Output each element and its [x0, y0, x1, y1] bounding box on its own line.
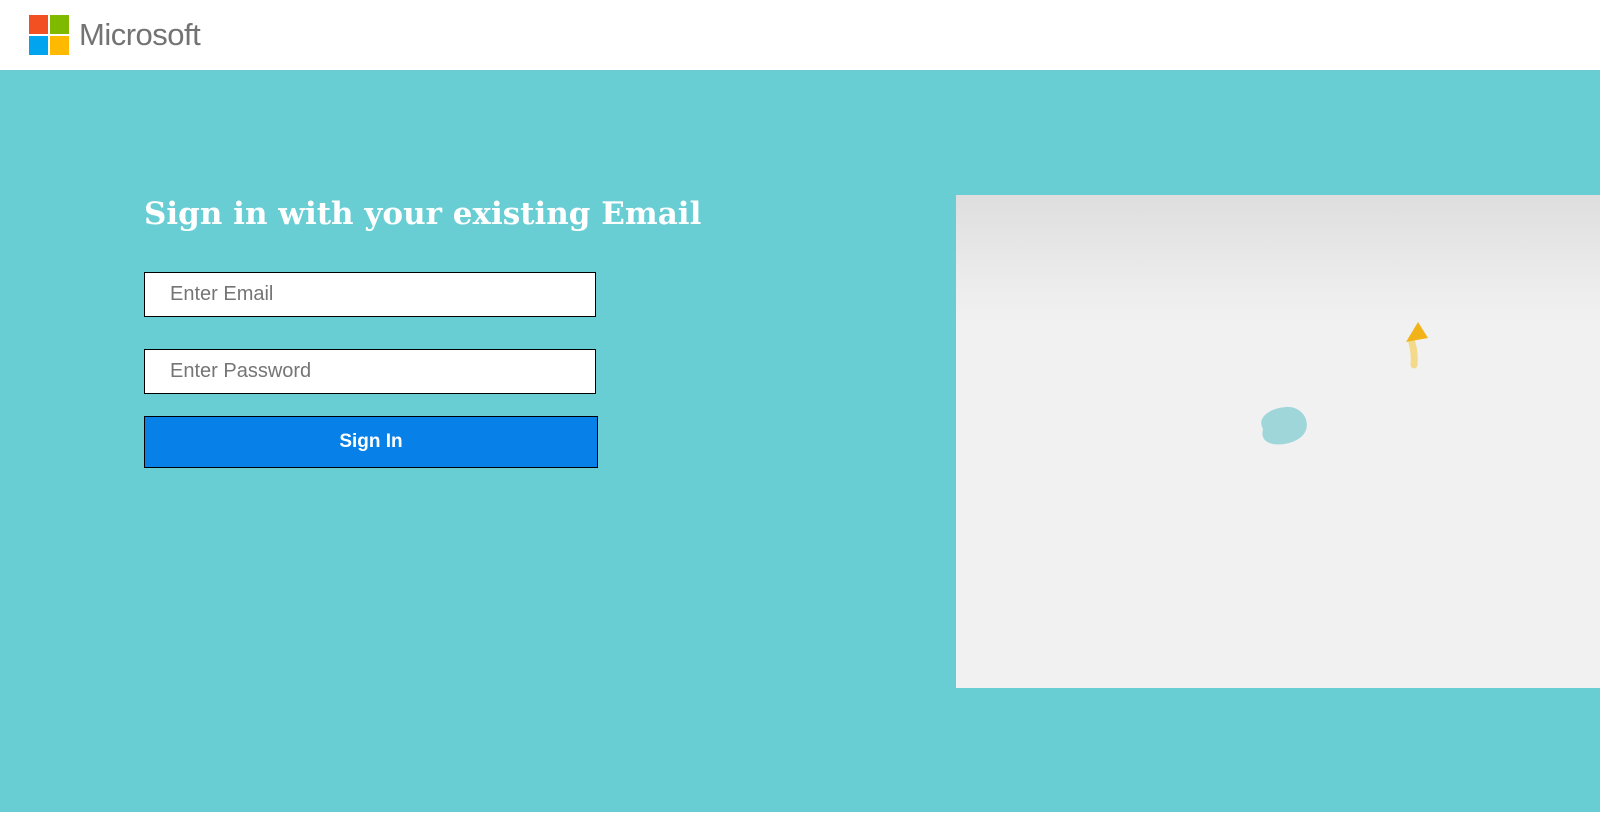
sign-in-button[interactable]: Sign In — [144, 416, 598, 468]
top-header: Microsoft — [0, 0, 1600, 70]
microsoft-logo[interactable]: Microsoft — [29, 15, 201, 55]
preview-illustration — [1261, 322, 1428, 445]
microsoft-logo-icon — [29, 15, 69, 55]
logo-square-yellow — [50, 36, 69, 55]
password-field[interactable] — [144, 349, 596, 394]
page-title: Sign in with your existing Email — [144, 196, 702, 232]
logo-square-green — [50, 15, 69, 34]
blob-shape-icon — [1261, 406, 1307, 445]
footer-strip — [0, 812, 1600, 817]
brand-name: Microsoft — [79, 17, 201, 52]
logo-square-blue — [29, 36, 48, 55]
arrow-pointer-icon — [1406, 322, 1428, 369]
email-field[interactable] — [144, 272, 596, 317]
logo-square-red — [29, 15, 48, 34]
preview-panel — [956, 195, 1600, 688]
